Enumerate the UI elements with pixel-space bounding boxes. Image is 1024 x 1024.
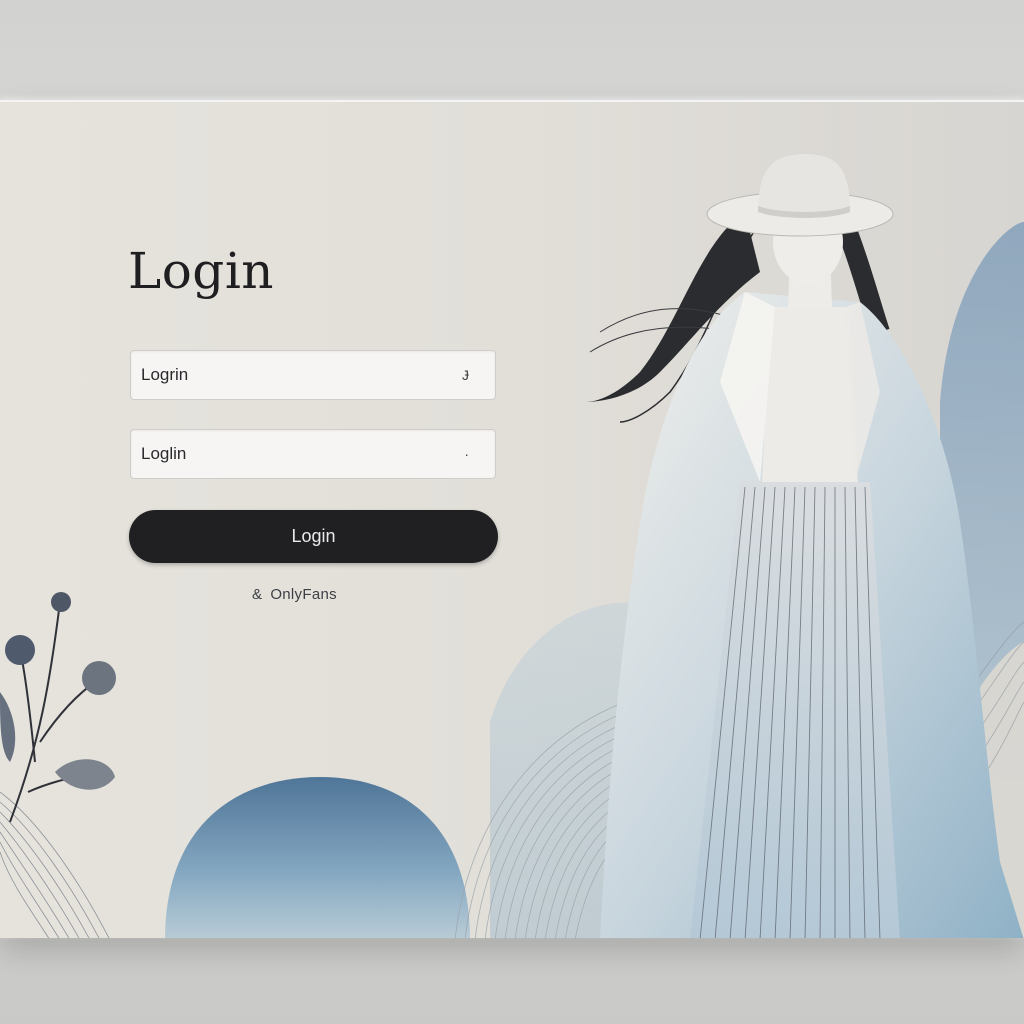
- password-field[interactable]: ·: [130, 429, 496, 479]
- ampersand-icon: &: [252, 586, 263, 603]
- brand-name: OnlyFans: [270, 586, 337, 603]
- password-input[interactable]: [131, 430, 495, 478]
- password-field-marker: ·: [464, 446, 469, 462]
- page-title: Login: [128, 242, 275, 300]
- brand-link[interactable]: & OnlyFans: [252, 586, 337, 603]
- username-field-marker: Ɉ: [462, 367, 469, 383]
- username-input[interactable]: [131, 351, 495, 399]
- login-button[interactable]: Login: [129, 510, 498, 563]
- login-panel: Login Ɉ · Login &OnlyFans: [0, 100, 1024, 938]
- username-field[interactable]: Ɉ: [130, 350, 496, 400]
